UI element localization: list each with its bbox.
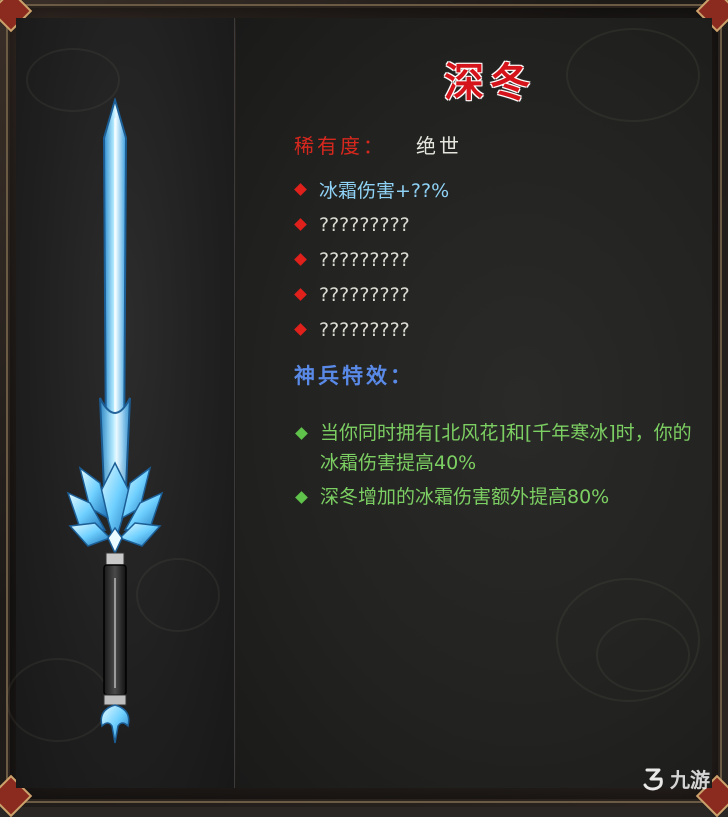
attribute-text: ????????? [319,318,410,341]
attribute-item: ????????? [294,207,449,242]
special-effects-list: 当你同时拥有[北风花]和[千年寒冰]时，你的冰霜伤害提高40% 深冬增加的冰霜伤… [294,418,704,516]
green-diamond-icon [295,427,308,440]
attribute-text: 冰霜伤害+??% [319,180,450,202]
attribute-item: 冰霜伤害+??% [294,172,449,207]
special-effect-text: 当你同时拥有[北风花]和[千年寒冰]时，你的冰霜伤害提高40% [320,422,692,474]
rarity-value: 绝世 [416,134,462,158]
cloud-pattern [566,28,700,122]
red-diamond-icon [294,253,307,266]
rarity-row: 稀有度： 绝世 [294,130,462,159]
attribute-text: ????????? [319,248,410,271]
watermark-text: 九游 [670,768,710,792]
red-diamond-icon [294,183,307,196]
attribute-item: ????????? [294,312,449,347]
green-diamond-icon [295,491,308,504]
special-effect-text: 深冬增加的冰霜伤害额外提高80% [320,486,610,508]
attribute-list: 冰霜伤害+??% ????????? ????????? ????????? ?… [294,172,449,347]
attribute-item: ????????? [294,242,449,277]
item-detail-window: 深冬 稀有度： 绝世 冰霜伤害+??% ????????? ????????? ?… [0,0,728,817]
rarity-label: 稀有度： [294,134,386,158]
red-diamond-icon [294,288,307,301]
special-effect-item: 当你同时拥有[北风花]和[千年寒冰]时，你的冰霜伤害提高40% [294,418,704,478]
special-effect-item: 深冬增加的冰霜伤害额外提高80% [294,482,704,512]
attribute-text: ????????? [319,213,410,236]
attribute-text: ????????? [319,283,410,306]
ice-sword-icon [66,98,164,744]
cloud-pattern [596,618,690,692]
special-effects-heading: 神兵特效： [294,364,414,388]
watermark: 九游 [641,764,710,793]
attribute-item: ????????? [294,277,449,312]
item-name-title: 深冬 [444,59,536,106]
red-diamond-icon [294,218,307,231]
jiuyou-logo-icon [643,768,663,790]
red-diamond-icon [294,323,307,336]
